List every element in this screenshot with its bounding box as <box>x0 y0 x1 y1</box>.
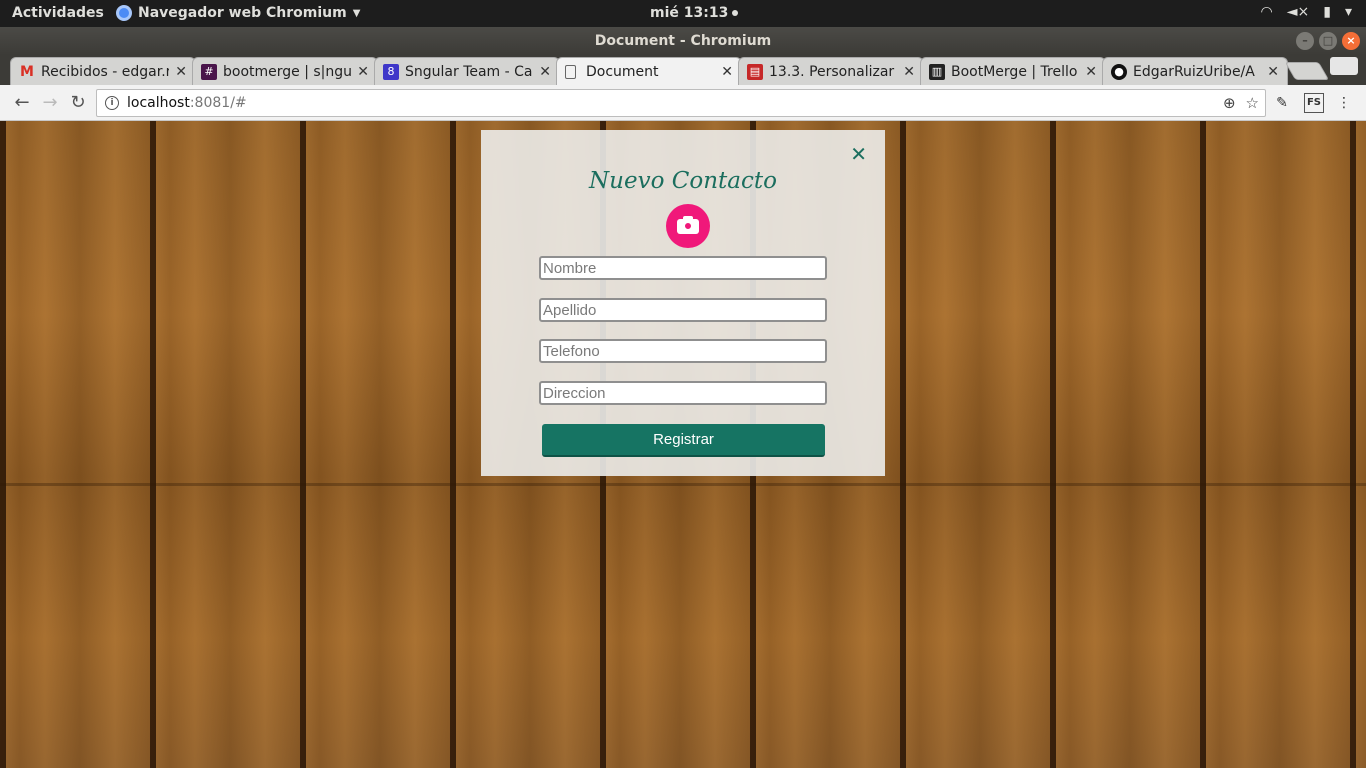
close-icon[interactable]: ✕ <box>850 144 867 164</box>
profile-button[interactable] <box>1330 57 1358 75</box>
tab-title: Recibidos - edgar.r <box>41 63 170 80</box>
registrar-button[interactable]: Registrar <box>542 424 825 457</box>
clock[interactable]: mié 13:13 <box>650 5 739 21</box>
menu-kebab-icon[interactable]: ⋮ <box>1336 93 1352 113</box>
tab-personalizar[interactable]: ▤ 13.3. Personalizar ✕ <box>738 57 924 85</box>
tab-calendar[interactable]: 8 Sngular Team - Cal ✕ <box>374 57 560 85</box>
omnibox-actions: ⊕ ☆ <box>1223 94 1259 112</box>
camera-button[interactable] <box>666 204 710 248</box>
address-bar[interactable]: i localhost:8081/# ⊕ ☆ <box>96 89 1266 117</box>
tab-gmail[interactable]: M Recibidos - edgar.r ✕ <box>10 57 196 85</box>
tab-title: Sngular Team - Cal <box>405 63 534 80</box>
back-button[interactable]: ← <box>10 91 34 115</box>
tab-title: 13.3. Personalizar <box>769 63 895 80</box>
window-title: Document - Chromium <box>594 33 772 49</box>
tab-close-icon[interactable]: ✕ <box>357 64 369 80</box>
close-window-button[interactable]: × <box>1342 32 1360 50</box>
chevron-down-icon: ▼ <box>352 7 361 19</box>
eyedropper-extension-icon[interactable]: ✎ <box>1272 93 1292 113</box>
window-controls: – □ × <box>1296 32 1360 50</box>
notification-dot-icon <box>732 10 739 16</box>
maximize-button[interactable]: □ <box>1319 32 1337 50</box>
tab-close-icon[interactable]: ✕ <box>903 64 915 80</box>
url-path: :8081/# <box>189 95 247 111</box>
browser-toolbar: ← → ↻ i localhost:8081/# ⊕ ☆ ✎ FS ⋮ <box>0 85 1366 121</box>
wood-background-seam <box>0 483 1366 486</box>
calendar-icon: 8 <box>383 63 399 80</box>
tab-close-icon[interactable]: ✕ <box>1085 64 1097 80</box>
reload-button[interactable]: ↻ <box>66 91 90 115</box>
clock-label: mié 13:13 <box>650 5 729 21</box>
tab-document[interactable]: Document ✕ <box>556 57 742 85</box>
document-icon <box>565 64 576 79</box>
system-tray[interactable]: ◠ ◄× ▮ ▾ <box>1261 4 1352 20</box>
url-host: localhost <box>127 95 190 111</box>
tab-slack[interactable]: # bootmerge | s|ngu ✕ <box>192 57 378 85</box>
battery-icon: ▮ <box>1323 4 1331 20</box>
tab-close-icon[interactable]: ✕ <box>1267 64 1279 80</box>
telefono-input[interactable] <box>539 339 827 363</box>
app-menu-label: Navegador web Chromium <box>138 5 347 21</box>
tab-title: EdgarRuizUribe/A <box>1133 63 1255 80</box>
form-title: Nuevo Contacto <box>589 168 777 194</box>
volume-icon: ◄× <box>1286 4 1310 20</box>
direccion-input[interactable] <box>539 381 827 405</box>
new-contact-card: ✕ Nuevo Contacto Registrar <box>481 130 885 476</box>
nombre-input[interactable] <box>539 256 827 280</box>
tab-github[interactable]: ● EdgarRuizUribe/A ✕ <box>1102 57 1288 85</box>
book-icon: ▤ <box>747 63 763 80</box>
app-menu[interactable]: Navegador web Chromium ▼ <box>116 5 360 21</box>
tab-close-icon[interactable]: ✕ <box>175 64 187 80</box>
fs-extension-icon[interactable]: FS <box>1304 93 1324 113</box>
wifi-icon: ◠ <box>1260 4 1273 20</box>
forward-button[interactable]: → <box>38 91 62 115</box>
github-icon: ● <box>1111 63 1127 80</box>
tab-title: bootmerge | s|ngu <box>223 63 352 80</box>
minimize-button[interactable]: – <box>1296 32 1314 50</box>
gmail-icon: M <box>20 63 34 80</box>
zoom-icon[interactable]: ⊕ <box>1223 94 1236 112</box>
system-menu-caret-icon: ▾ <box>1344 4 1352 20</box>
tab-title: Document <box>586 63 659 80</box>
info-icon[interactable]: i <box>105 96 119 110</box>
apellido-input[interactable] <box>539 298 827 322</box>
chromium-icon <box>116 5 132 21</box>
trello-icon: ▥ <box>929 63 945 80</box>
camera-icon-lens <box>683 221 693 231</box>
system-top-bar: Actividades Navegador web Chromium ▼ mié… <box>0 0 1366 27</box>
page-viewport: ✕ Nuevo Contacto Registrar <box>0 121 1366 768</box>
window-title-bar: Document - Chromium – □ × <box>0 27 1366 55</box>
slack-icon: # <box>201 63 217 80</box>
tab-strip: M Recibidos - edgar.r ✕ # bootmerge | s|… <box>0 55 1366 85</box>
tab-trello[interactable]: ▥ BootMerge | Trello ✕ <box>920 57 1106 85</box>
activities-button[interactable]: Actividades <box>12 5 104 21</box>
tab-title: BootMerge | Trello <box>951 63 1078 80</box>
bookmark-star-icon[interactable]: ☆ <box>1246 94 1259 112</box>
tab-close-icon[interactable]: ✕ <box>539 64 551 80</box>
tab-close-icon[interactable]: ✕ <box>721 64 733 80</box>
